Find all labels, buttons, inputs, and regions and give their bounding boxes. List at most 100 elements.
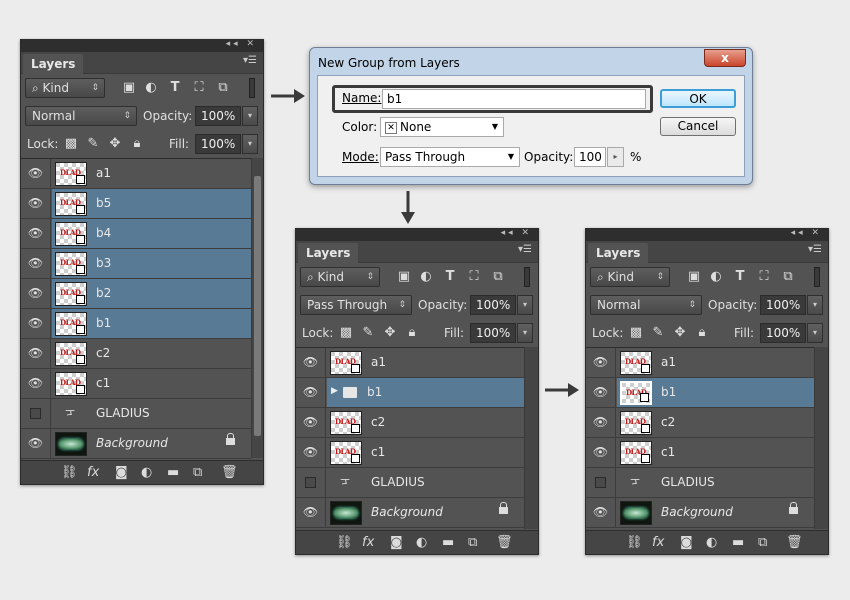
lock-transparent-icon[interactable]: ▩: [628, 325, 644, 341]
smart-object-filter-icon[interactable]: ⧉: [780, 269, 796, 285]
filter-kind-select[interactable]: ⌕ Kind ⇕: [590, 267, 670, 287]
filter-kind-select[interactable]: ⌕ Kind ⇕: [25, 78, 105, 98]
delete-layer-icon[interactable]: 🗑︎: [786, 535, 803, 550]
lock-all-icon[interactable]: 🔒︎: [694, 325, 710, 341]
delete-layer-icon[interactable]: 🗑︎: [221, 465, 238, 480]
fx-icon[interactable]: fx: [87, 465, 99, 480]
layer-row[interactable]: 👁︎ Background: [586, 498, 814, 528]
layer-name[interactable]: b1: [96, 309, 111, 338]
lock-position-icon[interactable]: ✥: [672, 325, 688, 341]
lock-position-icon[interactable]: ✥: [382, 325, 398, 341]
type-filter-icon[interactable]: T: [732, 269, 748, 285]
layer-name[interactable]: a1: [96, 159, 111, 188]
visibility-toggle-off[interactable]: [296, 468, 326, 497]
visibility-eye-icon[interactable]: 👁︎: [21, 159, 51, 188]
visibility-eye-icon[interactable]: 👁︎: [21, 339, 51, 368]
layer-row[interactable]: 👁︎ DLAD c2: [21, 339, 251, 369]
collapse-close-icon[interactable]: ◂◂ ✕: [791, 228, 822, 238]
layers-scrollbar[interactable]: [524, 347, 538, 529]
type-filter-icon[interactable]: T: [442, 269, 458, 285]
smart-object-filter-icon[interactable]: ⧉: [490, 269, 506, 285]
layer-row[interactable]: 👁︎ DLAD b4: [21, 219, 251, 249]
link-layers-icon[interactable]: ⛓: [626, 535, 643, 550]
layers-scrollbar[interactable]: [814, 347, 828, 529]
new-group-icon[interactable]: ▬: [442, 535, 454, 550]
filter-toggle[interactable]: [249, 78, 255, 98]
layer-name[interactable]: b1: [661, 378, 676, 407]
fill-input[interactable]: 100%: [195, 134, 241, 154]
lock-position-icon[interactable]: ✥: [107, 136, 123, 152]
cancel-button[interactable]: Cancel: [660, 117, 736, 136]
layer-name[interactable]: Background: [96, 429, 168, 458]
fill-dropdown[interactable]: ▾: [242, 134, 258, 154]
layer-name[interactable]: b3: [96, 249, 111, 278]
visibility-eye-icon[interactable]: 👁︎: [296, 378, 326, 407]
blend-mode-select[interactable]: Pass Through ⇕: [300, 295, 412, 315]
adjustment-filter-icon[interactable]: ◐: [708, 269, 724, 285]
layer-row[interactable]: 👁︎ DLAD c1: [296, 438, 524, 468]
smart-object-filter-icon[interactable]: ⧉: [215, 80, 231, 96]
lock-transparent-icon[interactable]: ▩: [63, 136, 79, 152]
layer-name[interactable]: c2: [96, 339, 110, 368]
opacity-dropdown[interactable]: ▾: [242, 106, 258, 126]
visibility-eye-icon[interactable]: 👁︎: [21, 309, 51, 338]
color-select[interactable]: ✕ None ▼: [380, 117, 504, 137]
collapse-close-icon[interactable]: ◂◂ ✕: [226, 39, 257, 49]
scrollbar-thumb[interactable]: [254, 176, 261, 436]
layers-scrollbar[interactable]: [251, 158, 263, 458]
layer-row[interactable]: 👁︎ DLAD c1: [586, 438, 814, 468]
layer-name[interactable]: c1: [371, 438, 385, 467]
add-mask-icon[interactable]: ◙: [115, 465, 128, 480]
layer-row[interactable]: 👁︎ DLAD a1: [586, 348, 814, 378]
visibility-eye-icon[interactable]: 👁︎: [296, 498, 326, 527]
opacity-input[interactable]: 100%: [470, 295, 516, 315]
tab-layers[interactable]: Layers: [23, 54, 84, 74]
fill-dropdown[interactable]: ▾: [807, 323, 823, 343]
new-adjustment-icon[interactable]: ◐: [706, 535, 717, 550]
visibility-eye-icon[interactable]: 👁︎: [21, 429, 51, 458]
layer-name[interactable]: GLADIUS: [371, 468, 425, 497]
layer-row[interactable]: 👁︎ DLAD b5: [21, 189, 251, 219]
visibility-eye-icon[interactable]: 👁︎: [21, 219, 51, 248]
image-filter-icon[interactable]: ▣: [686, 269, 702, 285]
visibility-eye-icon[interactable]: 👁︎: [21, 279, 51, 308]
visibility-eye-icon[interactable]: 👁︎: [21, 189, 51, 218]
image-filter-icon[interactable]: ▣: [121, 80, 137, 96]
fill-input[interactable]: 100%: [760, 323, 806, 343]
visibility-eye-icon[interactable]: 👁︎: [586, 348, 616, 377]
collapse-close-icon[interactable]: ◂◂ ✕: [501, 228, 532, 238]
layer-name[interactable]: GLADIUS: [96, 399, 150, 428]
visibility-eye-icon[interactable]: 👁︎: [296, 348, 326, 377]
visibility-eye-icon[interactable]: 👁︎: [586, 438, 616, 467]
add-mask-icon[interactable]: ◙: [390, 535, 403, 550]
layer-row[interactable]: 👁︎ DLAD c2: [586, 408, 814, 438]
ok-button[interactable]: OK: [660, 89, 736, 108]
layer-row[interactable]: 👁︎ DLAD b2: [21, 279, 251, 309]
layer-name[interactable]: c1: [96, 369, 110, 398]
layer-row[interactable]: 👁︎ DLAD c1: [21, 369, 251, 399]
visibility-eye-icon[interactable]: 👁︎: [296, 438, 326, 467]
new-adjustment-icon[interactable]: ◐: [416, 535, 427, 550]
filter-kind-select[interactable]: ⌕ Kind ⇕: [300, 267, 380, 287]
expand-triangle-icon[interactable]: ▶: [331, 386, 338, 396]
image-filter-icon[interactable]: ▣: [396, 269, 412, 285]
visibility-toggle-off[interactable]: [21, 399, 51, 428]
opacity-slider-button[interactable]: ▸: [607, 147, 624, 167]
name-input[interactable]: b1: [382, 89, 646, 109]
link-layers-icon[interactable]: ⛓: [61, 465, 78, 480]
group-name[interactable]: b1: [367, 378, 382, 407]
adjustment-filter-icon[interactable]: ◐: [143, 80, 159, 96]
panel-menu-icon[interactable]: ▾☰: [518, 244, 532, 255]
lock-all-icon[interactable]: 🔒︎: [404, 325, 420, 341]
visibility-eye-icon[interactable]: 👁︎: [586, 408, 616, 437]
mode-select[interactable]: Pass Through ▼: [380, 147, 520, 167]
filter-toggle[interactable]: [814, 267, 820, 287]
layer-name[interactable]: b2: [96, 279, 111, 308]
fill-dropdown[interactable]: ▾: [517, 323, 533, 343]
shape-filter-icon[interactable]: ⛶: [756, 269, 772, 285]
tab-layers[interactable]: Layers: [298, 243, 359, 263]
layer-row[interactable]: 👁︎ DLAD b3: [21, 249, 251, 279]
shape-filter-icon[interactable]: ⛶: [466, 269, 482, 285]
lock-image-icon[interactable]: ✎: [360, 325, 376, 341]
fx-icon[interactable]: fx: [362, 535, 374, 550]
